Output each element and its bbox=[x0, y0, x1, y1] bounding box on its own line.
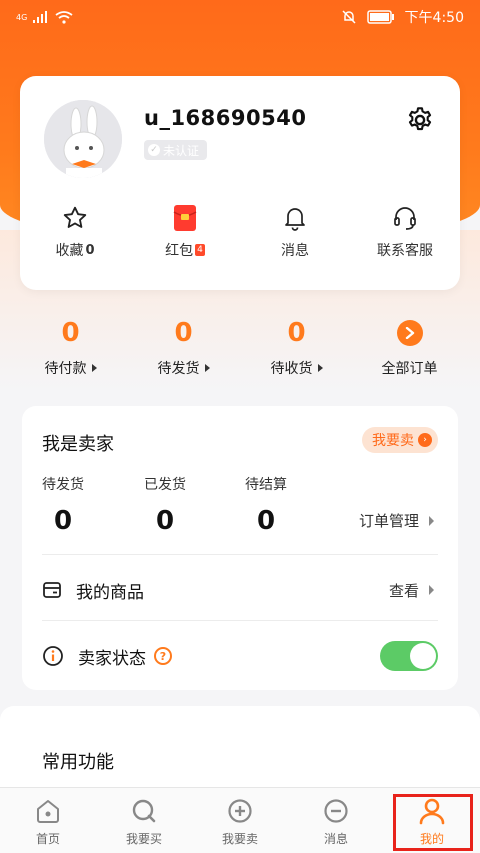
pending-shipment-count: 0 bbox=[174, 318, 193, 348]
verify-label: 未认证 bbox=[163, 143, 200, 158]
rabbit-avatar-icon bbox=[44, 100, 122, 178]
tab-sell-label: 我要卖 bbox=[221, 832, 258, 846]
status-bar: 4G 下午4:50 bbox=[0, 0, 480, 34]
arrow-right-icon bbox=[429, 515, 434, 526]
sell-button-label: 我要卖 bbox=[372, 433, 414, 449]
arrow-right-icon bbox=[429, 585, 434, 595]
order-pending-payment[interactable]: 0 待付款 bbox=[14, 316, 127, 378]
favorites-count: 0 bbox=[85, 242, 95, 258]
all-orders-label: 全部订单 bbox=[381, 361, 438, 377]
red-packet-badge: 4 bbox=[195, 244, 205, 256]
sell-button[interactable]: 我要卖 › bbox=[362, 427, 438, 453]
messages-label: 消息 bbox=[281, 243, 309, 259]
tab-sell[interactable]: 我要卖 bbox=[192, 788, 288, 853]
stat-value: 0 bbox=[155, 506, 175, 536]
check-icon: ✓ bbox=[148, 144, 160, 156]
red-packet-label: 红包 bbox=[165, 243, 194, 259]
clock: 下午4:50 bbox=[404, 10, 464, 26]
highlight-box bbox=[393, 794, 473, 851]
tab-home-label: 首页 bbox=[35, 832, 60, 846]
chevron-right-icon bbox=[396, 320, 423, 346]
my-products-row[interactable]: 我的商品 查看 bbox=[42, 570, 438, 610]
red-packet-icon bbox=[173, 205, 197, 231]
seller-stat-shipped[interactable]: 已发货 0 bbox=[144, 474, 186, 536]
order-management-label: 订单管理 bbox=[358, 512, 419, 530]
orders-row: 0 待付款 0 待发货 0 待收货 全部订单 bbox=[0, 316, 480, 378]
stat-value: 0 bbox=[53, 506, 73, 536]
divider bbox=[42, 554, 438, 555]
common-functions-title: 常用功能 bbox=[42, 752, 114, 773]
help-icon[interactable]: ? bbox=[154, 647, 172, 665]
bell-icon bbox=[285, 208, 305, 231]
pending-shipment-label: 待发货 bbox=[157, 361, 200, 377]
star-icon bbox=[63, 206, 87, 228]
seller-stat-to-ship[interactable]: 待发货 0 bbox=[42, 474, 84, 536]
seller-status-label: 卖家状态 bbox=[78, 648, 146, 669]
chevron-right-icon: › bbox=[418, 433, 432, 447]
divider bbox=[42, 620, 438, 621]
stat-value: 0 bbox=[256, 506, 276, 536]
order-all[interactable]: 全部订单 bbox=[353, 316, 466, 378]
gear-icon[interactable] bbox=[406, 106, 434, 134]
stat-label: 待发货 bbox=[42, 477, 84, 493]
network-label: 4G bbox=[16, 12, 28, 22]
seller-status-toggle[interactable] bbox=[380, 641, 438, 671]
order-management-link[interactable]: 订单管理 bbox=[359, 510, 434, 531]
tab-messages-label: 消息 bbox=[323, 832, 348, 846]
messages-item[interactable]: 消息 bbox=[240, 204, 350, 260]
customer-service-label: 联系客服 bbox=[377, 243, 433, 259]
quick-actions: 收藏 0 红包 4 消息 联系客服 bbox=[20, 204, 460, 260]
arrow-right-icon bbox=[317, 364, 323, 372]
message-icon bbox=[324, 799, 348, 823]
order-pending-receipt[interactable]: 0 待收货 bbox=[240, 316, 353, 378]
pending-receipt-label: 待收货 bbox=[270, 361, 313, 377]
seller-card: 我是卖家 我要卖 › 待发货 0 已发货 0 待结算 0 订单管理 我的商品 查… bbox=[22, 406, 458, 690]
search-buy-icon bbox=[132, 799, 156, 823]
home-icon bbox=[37, 800, 59, 823]
plus-circle-icon bbox=[228, 799, 252, 823]
username: u_168690540 bbox=[144, 106, 307, 130]
pending-receipt-count: 0 bbox=[287, 318, 306, 348]
avatar[interactable] bbox=[44, 100, 122, 178]
stat-label: 待结算 bbox=[245, 477, 287, 493]
seller-stat-to-settle[interactable]: 待结算 0 bbox=[245, 474, 287, 536]
tab-buy[interactable]: 我要买 bbox=[96, 788, 192, 853]
order-pending-shipment[interactable]: 0 待发货 bbox=[127, 316, 240, 378]
toggle-knob bbox=[410, 643, 436, 669]
favorites-label: 收藏 bbox=[55, 243, 84, 259]
arrow-right-icon bbox=[91, 364, 97, 372]
wallet-icon bbox=[43, 582, 61, 598]
stat-label: 已发货 bbox=[144, 477, 186, 493]
mute-bell-icon bbox=[342, 10, 356, 24]
seller-title: 我是卖家 bbox=[42, 434, 114, 455]
favorites-item[interactable]: 收藏 0 bbox=[20, 204, 130, 260]
verify-badge[interactable]: ✓ 未认证 bbox=[144, 140, 208, 160]
my-products-label: 我的商品 bbox=[76, 582, 144, 603]
view-label: 查看 bbox=[388, 581, 419, 600]
pending-payment-count: 0 bbox=[61, 318, 80, 348]
red-packet-item[interactable]: 红包 4 bbox=[130, 204, 240, 260]
tab-buy-label: 我要买 bbox=[125, 832, 162, 846]
info-icon bbox=[43, 646, 63, 666]
profile-card: u_168690540 ✓ 未认证 收藏 0 红包 4 消息 联系客服 bbox=[20, 76, 460, 290]
signal-icon bbox=[33, 11, 48, 23]
wifi-icon bbox=[55, 10, 73, 24]
tab-messages[interactable]: 消息 bbox=[288, 788, 384, 853]
headset-icon bbox=[394, 207, 416, 230]
pending-payment-label: 待付款 bbox=[44, 361, 87, 377]
customer-service-item[interactable]: 联系客服 bbox=[350, 204, 460, 260]
seller-status-row: 卖家状态 ? bbox=[42, 636, 438, 676]
arrow-right-icon bbox=[204, 364, 210, 372]
battery-icon bbox=[366, 10, 394, 24]
tab-home[interactable]: 首页 bbox=[0, 788, 96, 853]
